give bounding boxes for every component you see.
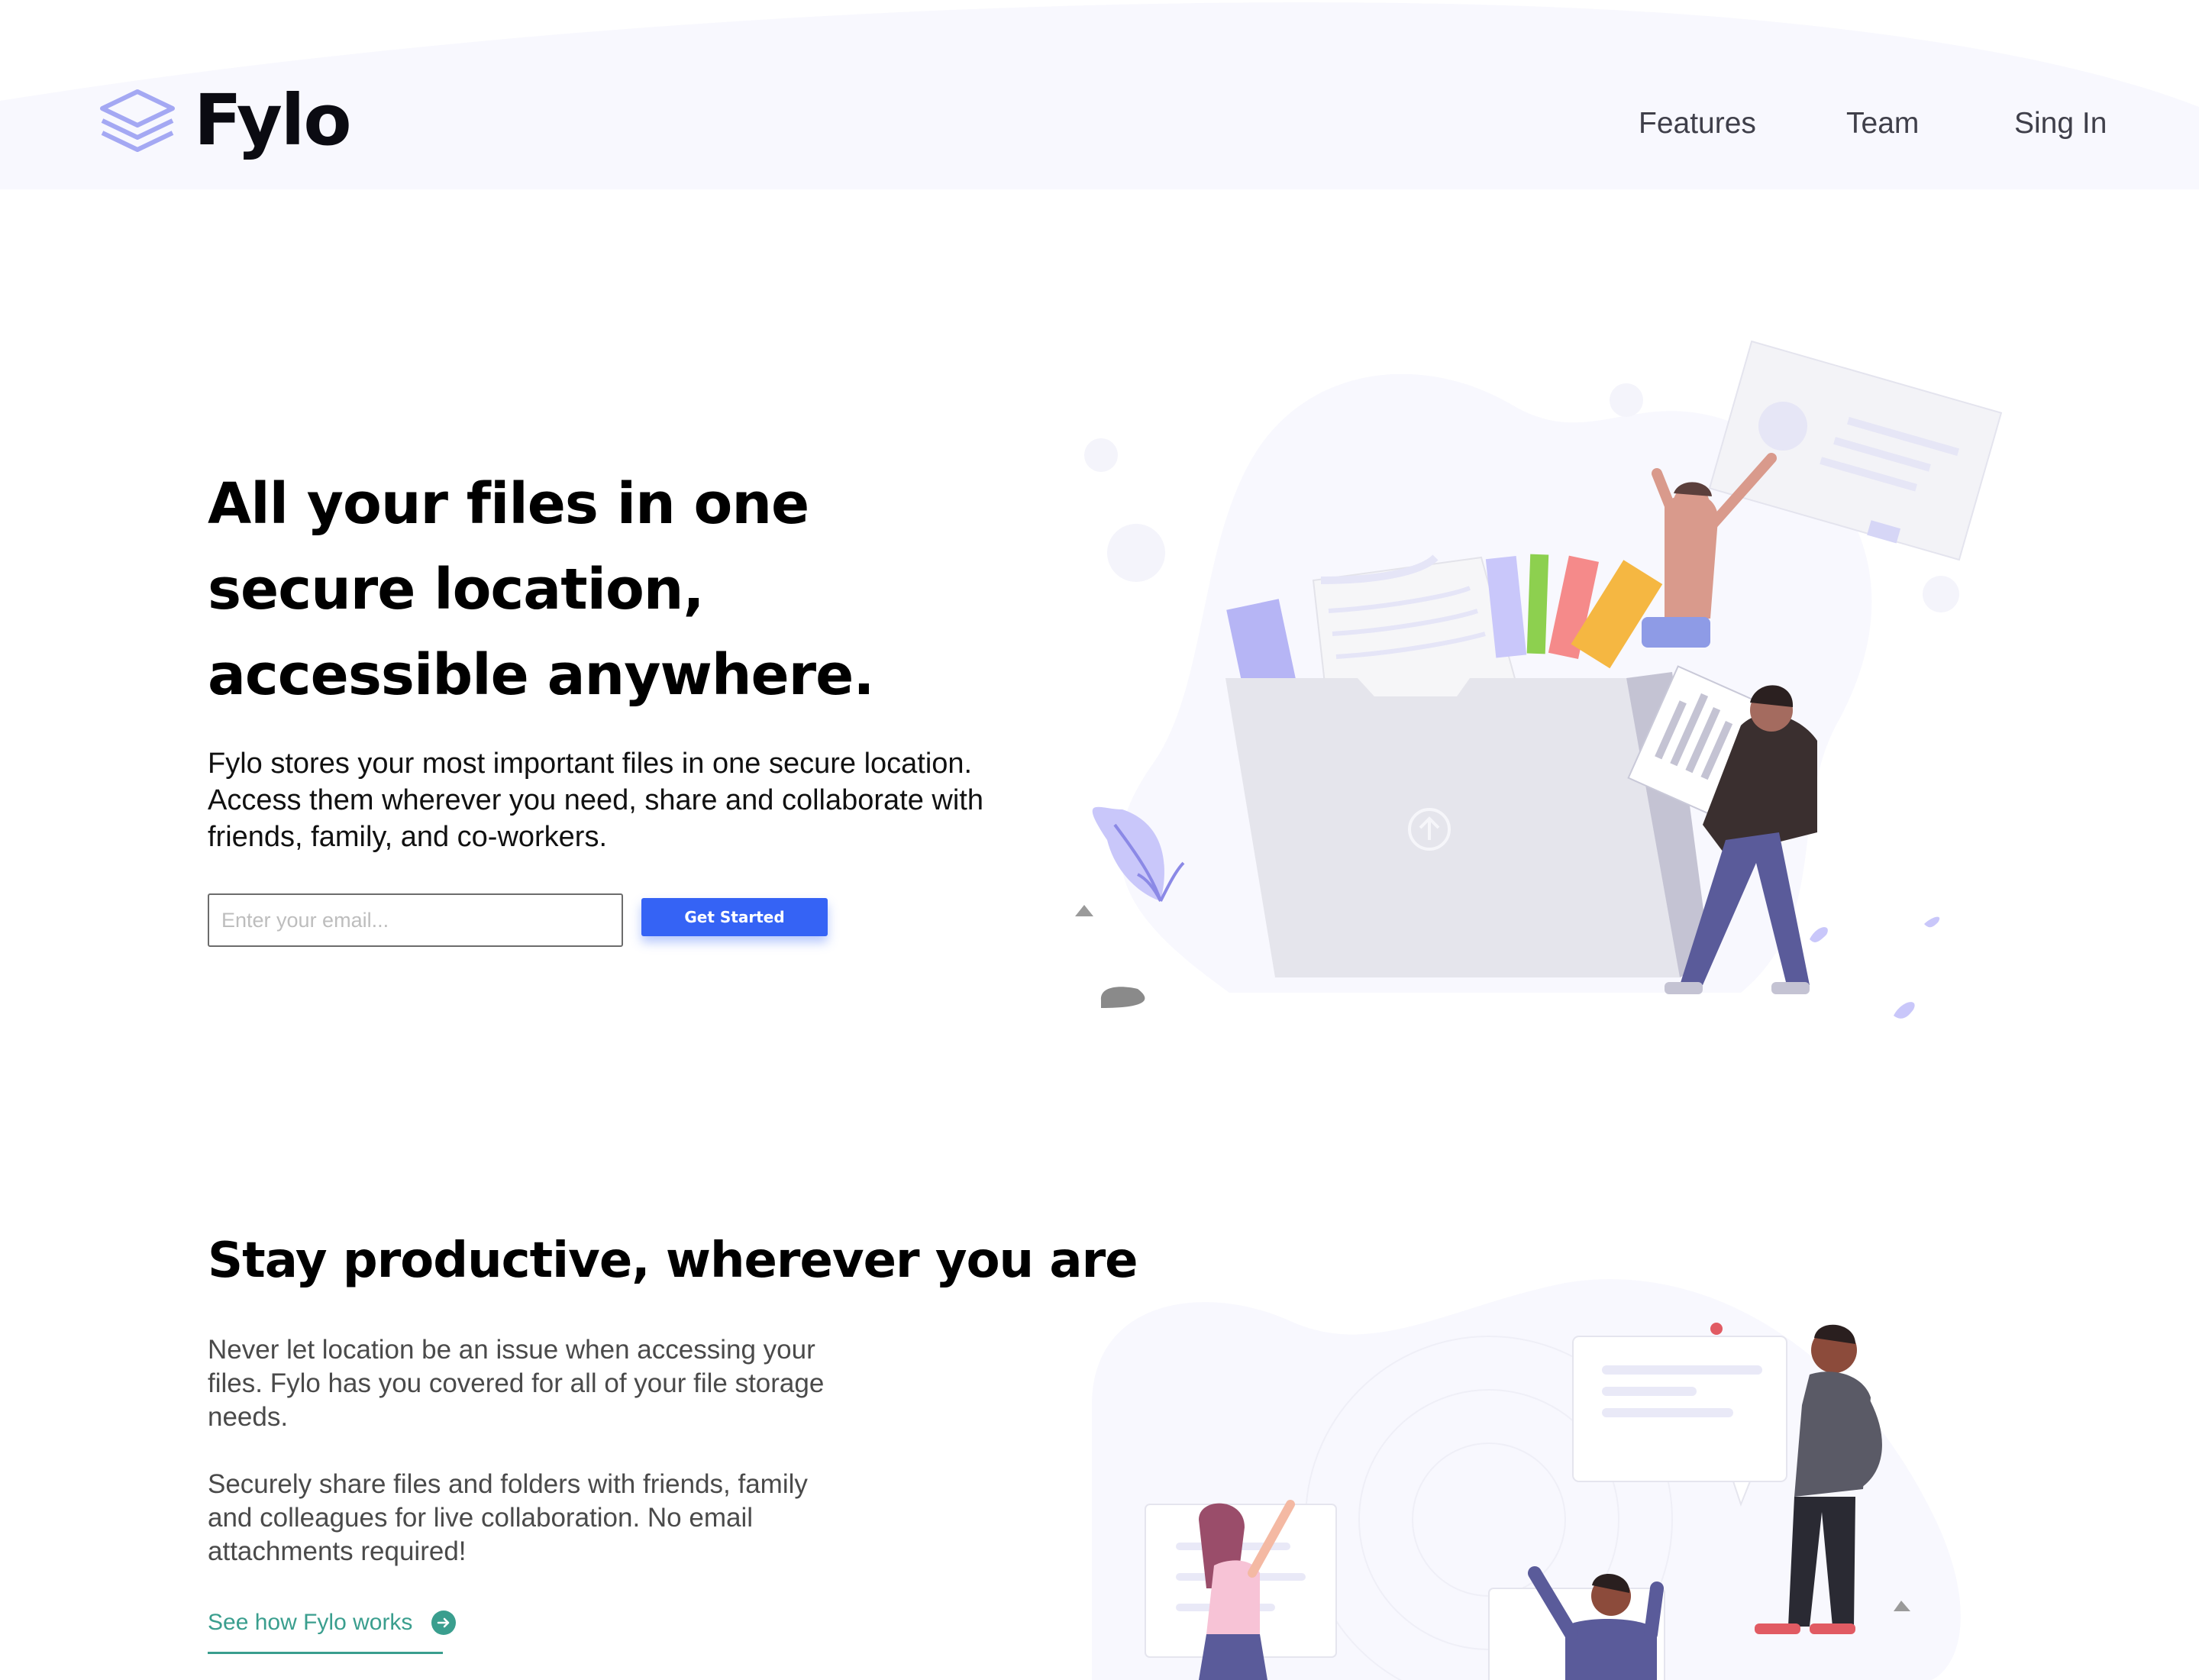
brand-logo[interactable]: Fylo: [98, 79, 352, 161]
hero-description: Fylo stores your most important files in…: [208, 748, 983, 853]
leaf: [1924, 916, 1940, 928]
leaf: [1894, 1002, 1915, 1019]
decor-circle: [1610, 383, 1643, 417]
see-how-link-label: See how Fylo works: [208, 1610, 413, 1635]
leaf: [1810, 927, 1828, 942]
hero-title: All your files in one secure location, a…: [208, 471, 874, 708]
nav-link-sign-in[interactable]: Sing In: [2014, 107, 2107, 141]
arrow-right-circle-icon: [431, 1611, 457, 1635]
email-input[interactable]: [208, 893, 623, 947]
rock: [1100, 987, 1145, 1008]
productive-paragraph-1: Never let location be an issue when acce…: [208, 1335, 825, 1432]
productive-paragraph-2: Securely share files and folders with fr…: [208, 1469, 808, 1566]
decor-circle: [1923, 576, 1959, 612]
productive-title: Stay productive, wherever you are: [208, 1233, 1138, 1289]
nav-link-features[interactable]: Features: [1639, 107, 1756, 141]
nav-link-team[interactable]: Team: [1846, 107, 1919, 141]
chat-card: [1572, 1336, 1787, 1507]
get-started-button[interactable]: Get Started: [641, 898, 828, 936]
brand-name: Fylo: [194, 79, 352, 161]
decor-circle: [1107, 524, 1165, 582]
see-how-link[interactable]: See how Fylo works: [208, 1610, 457, 1636]
stacked-layers-icon: [100, 89, 175, 152]
folder-body: [1225, 678, 1680, 977]
link-underline: [208, 1652, 443, 1654]
productive-illustration: [1092, 1279, 1961, 1680]
hero-illustration: [1075, 340, 2003, 1019]
decor-circle: [1084, 438, 1118, 472]
